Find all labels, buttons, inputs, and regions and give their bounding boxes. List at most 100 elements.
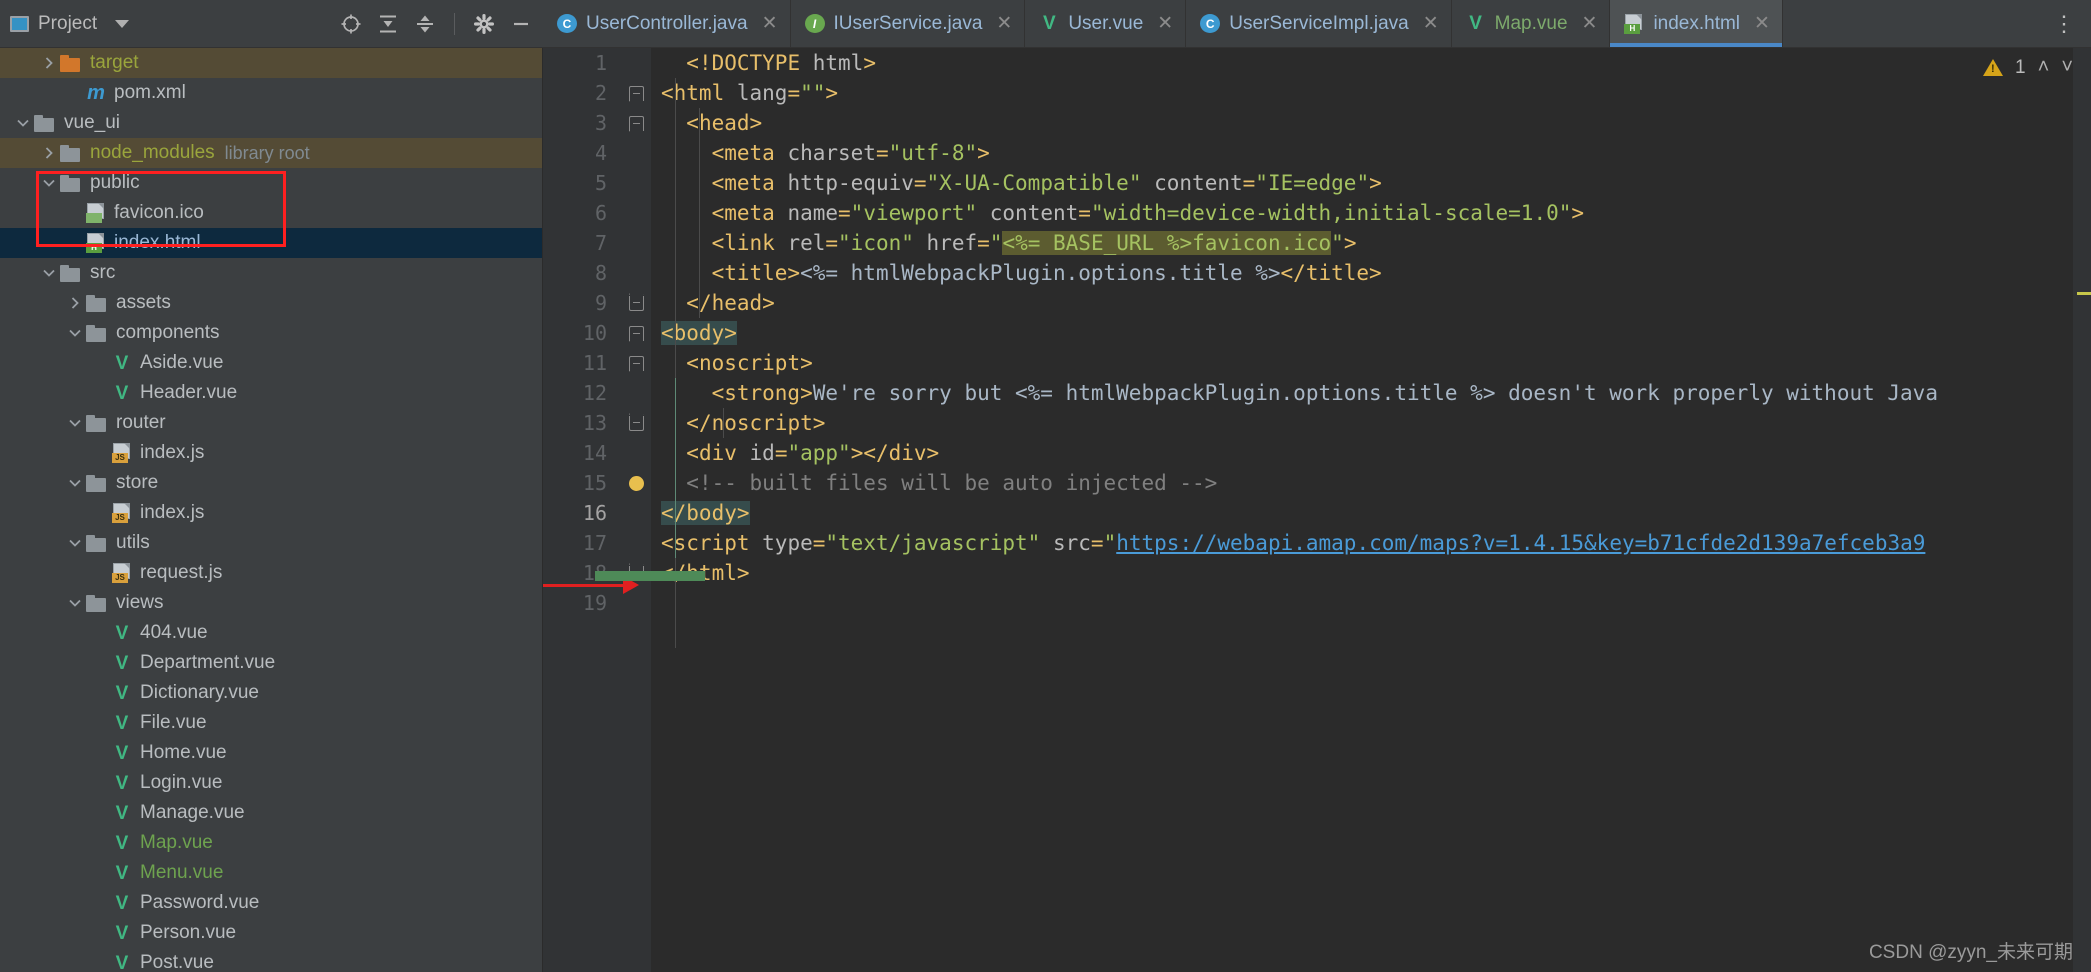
- collapse-all-icon[interactable]: [413, 12, 437, 36]
- editor-tab-userserviceimpl-java[interactable]: C UserServiceImpl.java ✕: [1186, 0, 1452, 47]
- chevron-down-icon[interactable]: [64, 536, 86, 550]
- tree-item-index-js[interactable]: JS index.js: [0, 438, 542, 468]
- project-panel-title[interactable]: Project: [10, 13, 130, 35]
- code-line[interactable]: [661, 588, 2091, 618]
- tree-item-target[interactable]: target: [0, 48, 542, 78]
- close-icon[interactable]: ✕: [1157, 14, 1173, 33]
- close-icon[interactable]: ✕: [1582, 14, 1598, 33]
- chevron-down-icon[interactable]: [12, 116, 34, 130]
- editor-tab-index-html[interactable]: Hindex.html ✕: [1610, 0, 1783, 47]
- tree-item-menu-vue[interactable]: V Menu.vue: [0, 858, 542, 888]
- tree-item-vue-ui[interactable]: vue_ui: [0, 108, 542, 138]
- chevron-right-icon[interactable]: [64, 296, 86, 310]
- code-line[interactable]: <strong>We're sorry but <%= htmlWebpackP…: [661, 378, 2091, 408]
- tree-item-person-vue[interactable]: V Person.vue: [0, 918, 542, 948]
- fold-toggle-icon[interactable]: [621, 288, 651, 318]
- close-icon[interactable]: ✕: [996, 14, 1012, 33]
- tree-item-login-vue[interactable]: V Login.vue: [0, 768, 542, 798]
- settings-gear-icon[interactable]: [472, 12, 496, 36]
- code-line[interactable]: </html>: [661, 558, 2091, 588]
- close-icon[interactable]: ✕: [1423, 14, 1439, 33]
- code-folding-gutter[interactable]: [621, 48, 651, 972]
- code-token[interactable]: https://webapi.amap.com/maps?v=1.4.15&ke…: [1116, 531, 1925, 555]
- chevron-down-icon[interactable]: [64, 326, 86, 340]
- tree-item-header-vue[interactable]: V Header.vue: [0, 378, 542, 408]
- editor-tab-user-vue[interactable]: V User.vue ✕: [1025, 0, 1187, 47]
- tree-item-request-js[interactable]: JS request.js: [0, 558, 542, 588]
- code-line[interactable]: <div id="app"></div>: [661, 438, 2091, 468]
- code-line[interactable]: </body>: [661, 498, 2091, 528]
- tree-item-password-vue[interactable]: V Password.vue: [0, 888, 542, 918]
- code-line[interactable]: <meta http-equiv="X-UA-Compatible" conte…: [661, 168, 2091, 198]
- code-line[interactable]: <link rel="icon" href="<%= BASE_URL %>fa…: [661, 228, 2091, 258]
- fold-toggle-icon[interactable]: [621, 108, 651, 138]
- chevron-down-icon[interactable]: [38, 266, 60, 280]
- locate-icon[interactable]: [339, 12, 363, 36]
- tree-item-views[interactable]: views: [0, 588, 542, 618]
- editor-scrollbar[interactable]: [2073, 48, 2091, 972]
- tree-item-aside-vue[interactable]: V Aside.vue: [0, 348, 542, 378]
- tree-item-pom-xml[interactable]: m pom.xml: [0, 78, 542, 108]
- hide-panel-icon[interactable]: [509, 12, 533, 36]
- editor-tab-usercontroller-java[interactable]: C UserController.java ✕: [543, 0, 791, 47]
- close-icon[interactable]: ✕: [1754, 14, 1770, 33]
- chevron-right-icon[interactable]: [38, 146, 60, 160]
- code-line[interactable]: <!DOCTYPE html>: [661, 48, 2091, 78]
- code-line[interactable]: <noscript>: [661, 348, 2091, 378]
- line-number-gutter[interactable]: 12345678910111213141516171819: [543, 48, 621, 972]
- tree-item-public[interactable]: public: [0, 168, 542, 198]
- tree-item-map-vue[interactable]: V Map.vue: [0, 828, 542, 858]
- code-content[interactable]: <!DOCTYPE html> <html lang=""> <head> <me…: [651, 48, 2091, 972]
- inspection-widget[interactable]: 1 ˄ ˅: [1983, 56, 2073, 79]
- tree-item-store[interactable]: store: [0, 468, 542, 498]
- code-line[interactable]: <title><%= htmlWebpackPlugin.options.tit…: [661, 258, 2091, 288]
- tree-item-index-js[interactable]: JS index.js: [0, 498, 542, 528]
- editor-tab-iuserservice-java[interactable]: I IUserService.java ✕: [791, 0, 1026, 47]
- tree-item-home-vue[interactable]: V Home.vue: [0, 738, 542, 768]
- chevron-down-icon[interactable]: [64, 596, 86, 610]
- tree-item-department-vue[interactable]: V Department.vue: [0, 648, 542, 678]
- tree-item-label: request.js: [140, 562, 223, 583]
- project-tree-panel[interactable]: target m pom.xml vue_ui node_modules library …: [0, 48, 543, 972]
- tree-item-components[interactable]: components: [0, 318, 542, 348]
- chevron-down-icon[interactable]: [64, 416, 86, 430]
- fold-toggle-icon[interactable]: [621, 408, 651, 438]
- code-line[interactable]: </head>: [661, 288, 2091, 318]
- next-problem-icon[interactable]: ˅: [2061, 56, 2073, 79]
- fold-toggle-icon[interactable]: [621, 348, 651, 378]
- tree-item-assets[interactable]: assets: [0, 288, 542, 318]
- tree-item-dictionary-vue[interactable]: V Dictionary.vue: [0, 678, 542, 708]
- expand-all-icon[interactable]: [376, 12, 400, 36]
- chevron-down-icon[interactable]: [38, 176, 60, 190]
- code-line[interactable]: <meta charset="utf-8">: [661, 138, 2091, 168]
- tree-item-node-modules[interactable]: node_modules library root: [0, 138, 542, 168]
- code-line[interactable]: <head>: [661, 108, 2091, 138]
- editor-tab-map-vue[interactable]: V Map.vue ✕: [1452, 0, 1611, 47]
- chevron-down-icon[interactable]: [115, 19, 130, 28]
- tree-item-404-vue[interactable]: V 404.vue: [0, 618, 542, 648]
- prev-problem-icon[interactable]: ˄: [2038, 56, 2050, 79]
- code-line[interactable]: <body>: [661, 318, 2091, 348]
- tree-item-router[interactable]: router: [0, 408, 542, 438]
- tree-item-src[interactable]: src: [0, 258, 542, 288]
- tree-item-file-vue[interactable]: V File.vue: [0, 708, 542, 738]
- tree-item-manage-vue[interactable]: V Manage.vue: [0, 798, 542, 828]
- tree-item-favicon-ico[interactable]: favicon.ico: [0, 198, 542, 228]
- code-line[interactable]: <script type="text/javascript" src="http…: [661, 528, 2091, 558]
- tab-overflow-menu-icon[interactable]: ⋮: [2037, 0, 2091, 47]
- code-line[interactable]: <html lang="">: [661, 78, 2091, 108]
- code-editor[interactable]: 12345678910111213141516171819 <!DOCTYPE …: [543, 48, 2091, 972]
- intention-bulb-icon[interactable]: [621, 468, 651, 498]
- chevron-down-icon[interactable]: [64, 476, 86, 490]
- chevron-right-icon[interactable]: [38, 56, 60, 70]
- code-line[interactable]: <!-- built files will be auto injected -…: [661, 468, 2091, 498]
- tree-item-index-html[interactable]: Hindex.html: [0, 228, 542, 258]
- code-line[interactable]: </noscript>: [661, 408, 2091, 438]
- tree-item-post-vue[interactable]: V Post.vue: [0, 948, 542, 972]
- code-line[interactable]: <meta name="viewport" content="width=dev…: [661, 198, 2091, 228]
- tree-item-utils[interactable]: utils: [0, 528, 542, 558]
- fold-toggle-icon[interactable]: [621, 318, 651, 348]
- fold-toggle-icon[interactable]: [621, 78, 651, 108]
- close-icon[interactable]: ✕: [762, 14, 778, 33]
